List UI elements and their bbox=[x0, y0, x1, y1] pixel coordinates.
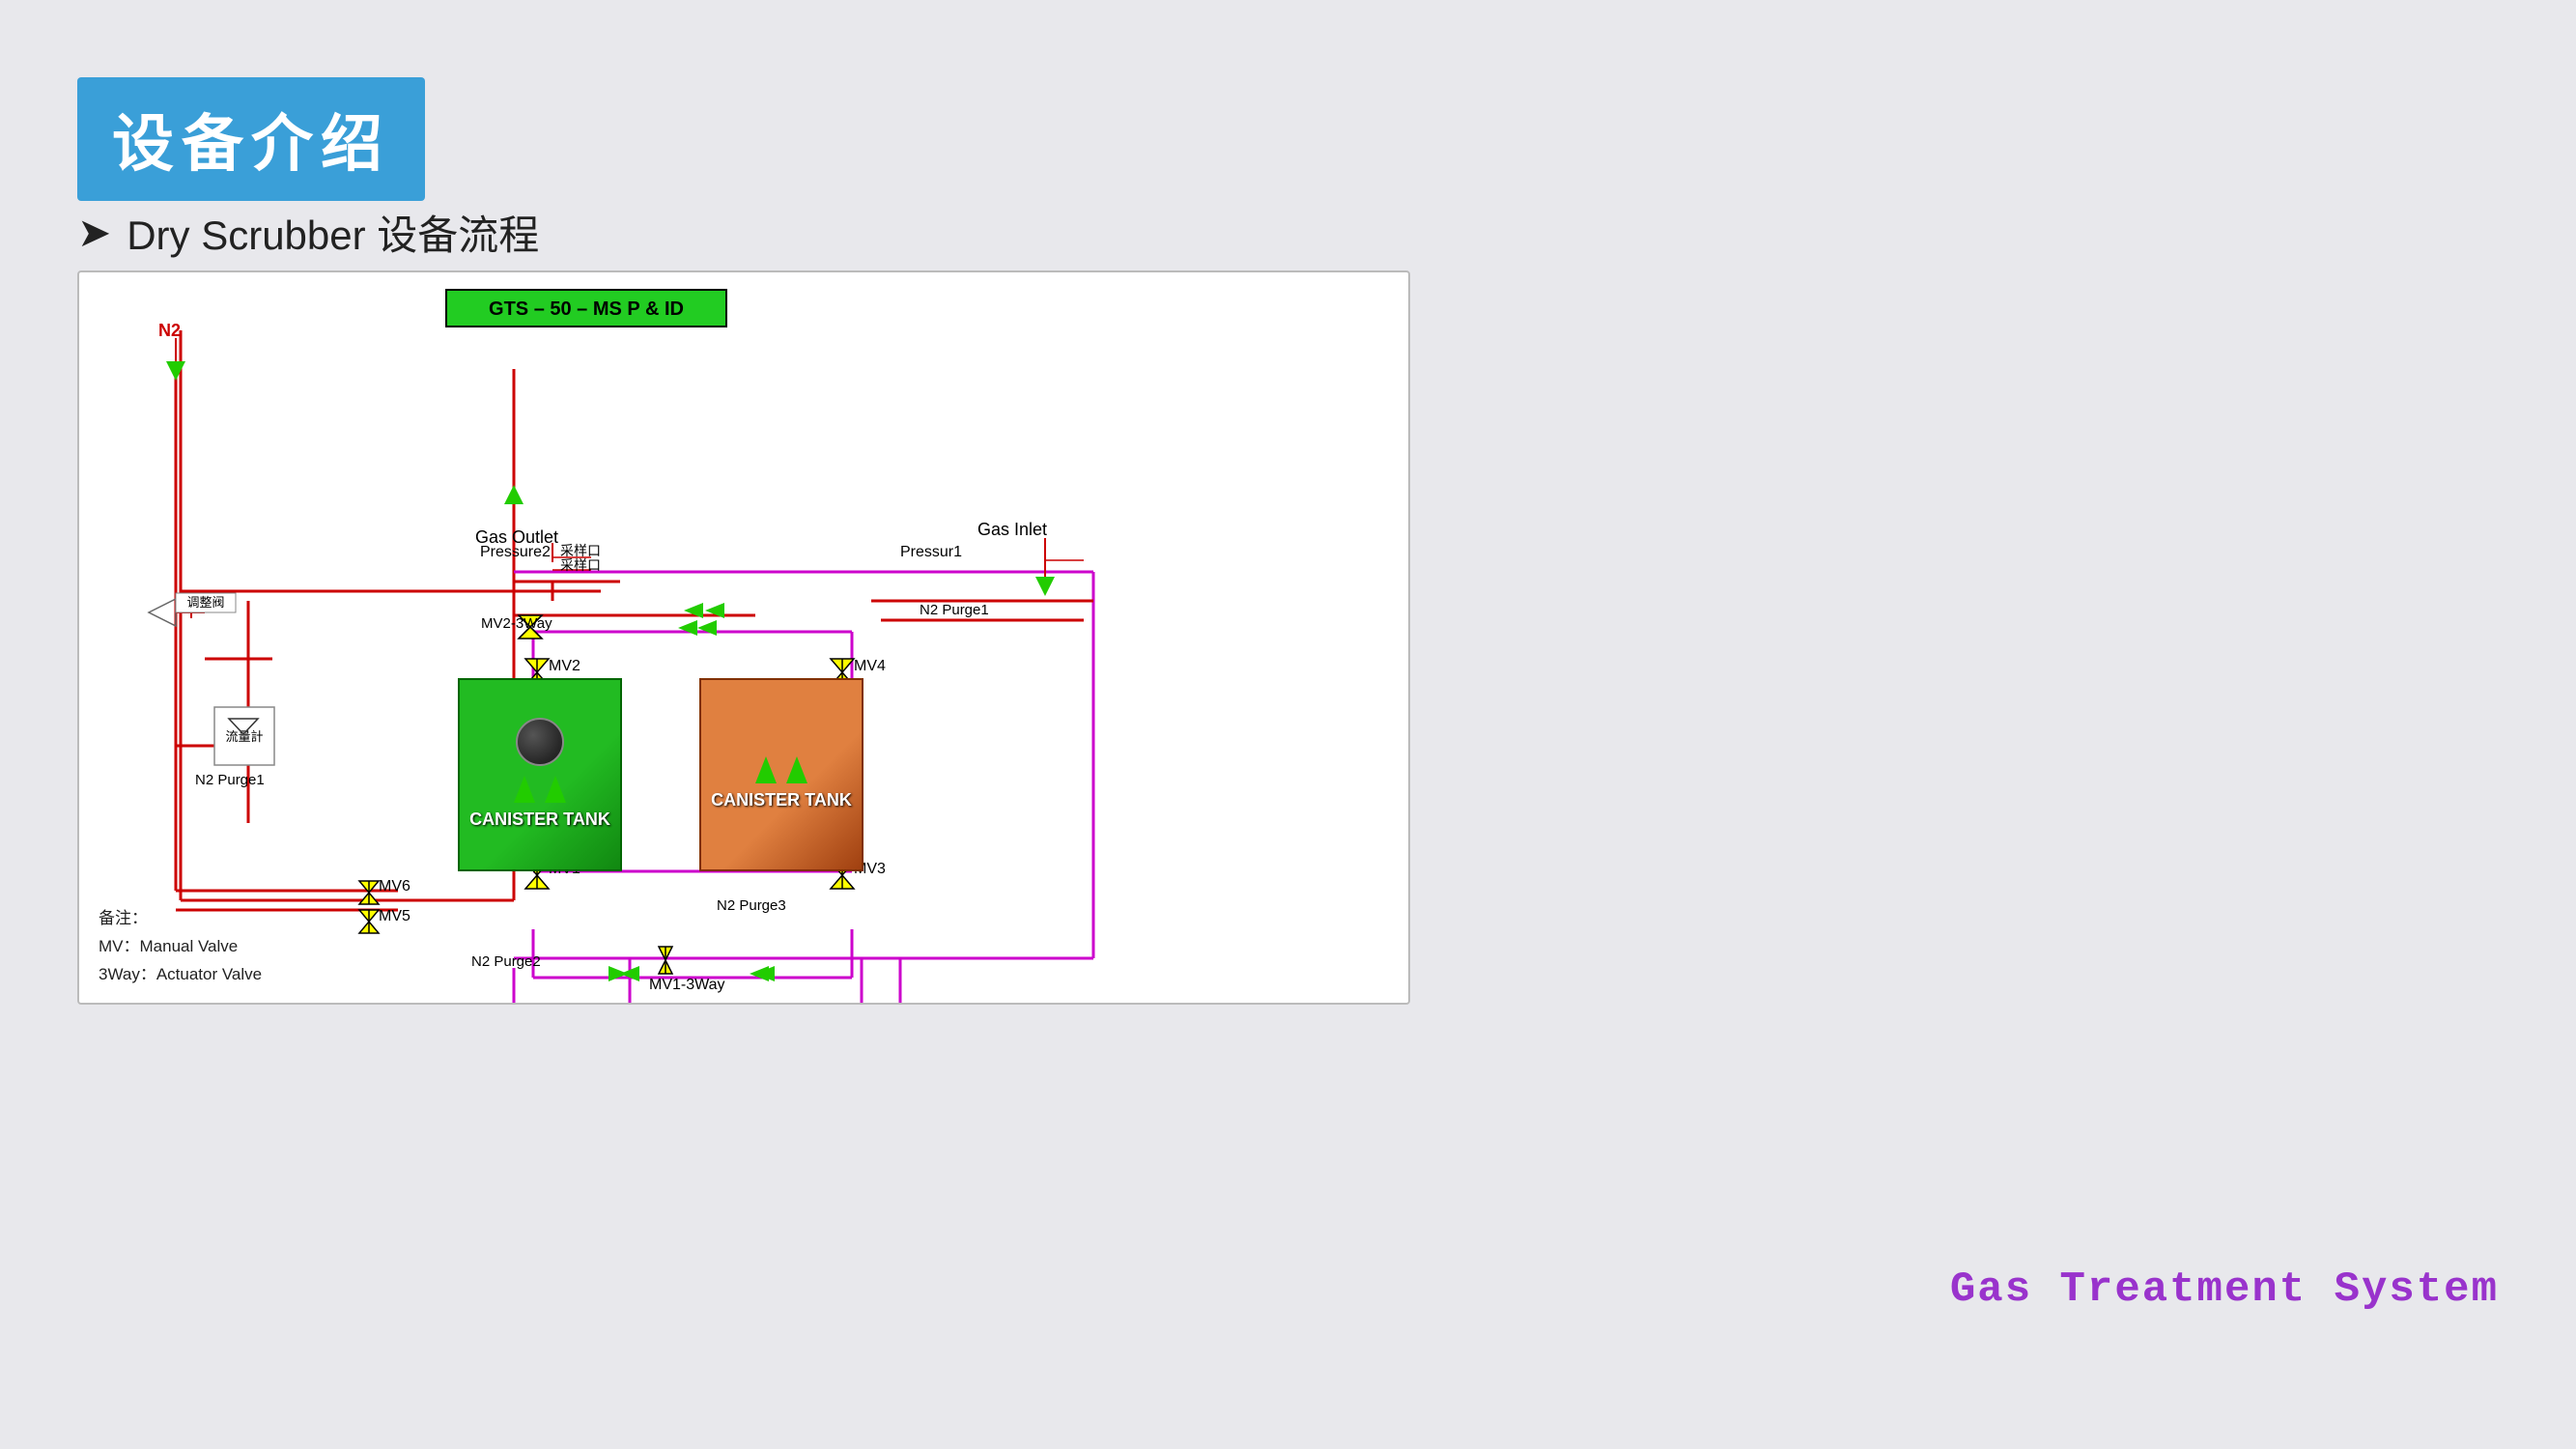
svg-text:MV5: MV5 bbox=[379, 908, 410, 924]
svg-text:N2 Purge1: N2 Purge1 bbox=[195, 772, 265, 788]
notes: 备注： MV：Manual Valve 3Way：Actuator Valve bbox=[99, 905, 262, 989]
canister-tank-2: CANISTER TANK bbox=[699, 678, 863, 871]
svg-text:N2 Purge1: N2 Purge1 bbox=[920, 602, 989, 618]
svg-text:调整阀: 调整阀 bbox=[186, 595, 224, 610]
subtitle-text: Dry Scrubber 设备流程 bbox=[127, 203, 539, 262]
svg-text:Gas Inlet: Gas Inlet bbox=[977, 520, 1047, 539]
subtitle-arrow: ➤ bbox=[77, 209, 111, 256]
remarks-text: 备注： bbox=[99, 909, 148, 927]
svg-text:GTS – 50 – MS P & ID: GTS – 50 – MS P & ID bbox=[489, 298, 684, 320]
title-text: 设备介绍 bbox=[112, 109, 390, 179]
svg-text:N2 Purge3: N2 Purge3 bbox=[717, 897, 786, 914]
svg-text:流量計: 流量計 bbox=[225, 729, 263, 744]
svg-text:MV2-3Way: MV2-3Way bbox=[481, 615, 552, 632]
canister-label-1: CANISTER TANK bbox=[469, 809, 610, 831]
svg-text:MV2: MV2 bbox=[549, 658, 580, 674]
svg-text:采样口: 采样口 bbox=[560, 557, 601, 573]
svg-text:Gas Outlet: Gas Outlet bbox=[475, 527, 558, 547]
canister-arrows-1 bbox=[514, 776, 566, 803]
title-box: 设备介绍 bbox=[77, 77, 425, 201]
canister-arrows-2 bbox=[755, 756, 807, 783]
gas-treatment-label: Gas Treatment System bbox=[1950, 1265, 2499, 1314]
subtitle: ➤ Dry Scrubber 设备流程 bbox=[77, 203, 539, 262]
canister-circle-1 bbox=[516, 718, 564, 766]
svg-text:MV6: MV6 bbox=[379, 878, 410, 895]
svg-text:采样口: 采样口 bbox=[560, 543, 601, 558]
remarks-label: 备注： bbox=[99, 905, 262, 933]
diagram-svg: GTS – 50 – MS P & ID bbox=[79, 272, 1408, 1003]
svg-text:Pressur1: Pressur1 bbox=[900, 544, 962, 560]
canister-tank-1: CANISTER TANK bbox=[458, 678, 622, 871]
svg-text:N2 Purge2: N2 Purge2 bbox=[471, 953, 541, 970]
svg-text:MV4: MV4 bbox=[854, 658, 886, 674]
diagram-container: GTS – 50 – MS P & ID bbox=[77, 270, 1410, 1005]
page: 设备介绍 ➤ Dry Scrubber 设备流程 GTS – 50 – MS P… bbox=[0, 0, 2576, 1449]
svg-text:MV1-3Way: MV1-3Way bbox=[649, 977, 725, 993]
note-line2: 3Way：Actuator Valve bbox=[99, 961, 262, 989]
note-line1: MV：Manual Valve bbox=[99, 933, 262, 961]
svg-text:N2: N2 bbox=[158, 321, 181, 340]
canister-label-2: CANISTER TANK bbox=[711, 789, 852, 811]
